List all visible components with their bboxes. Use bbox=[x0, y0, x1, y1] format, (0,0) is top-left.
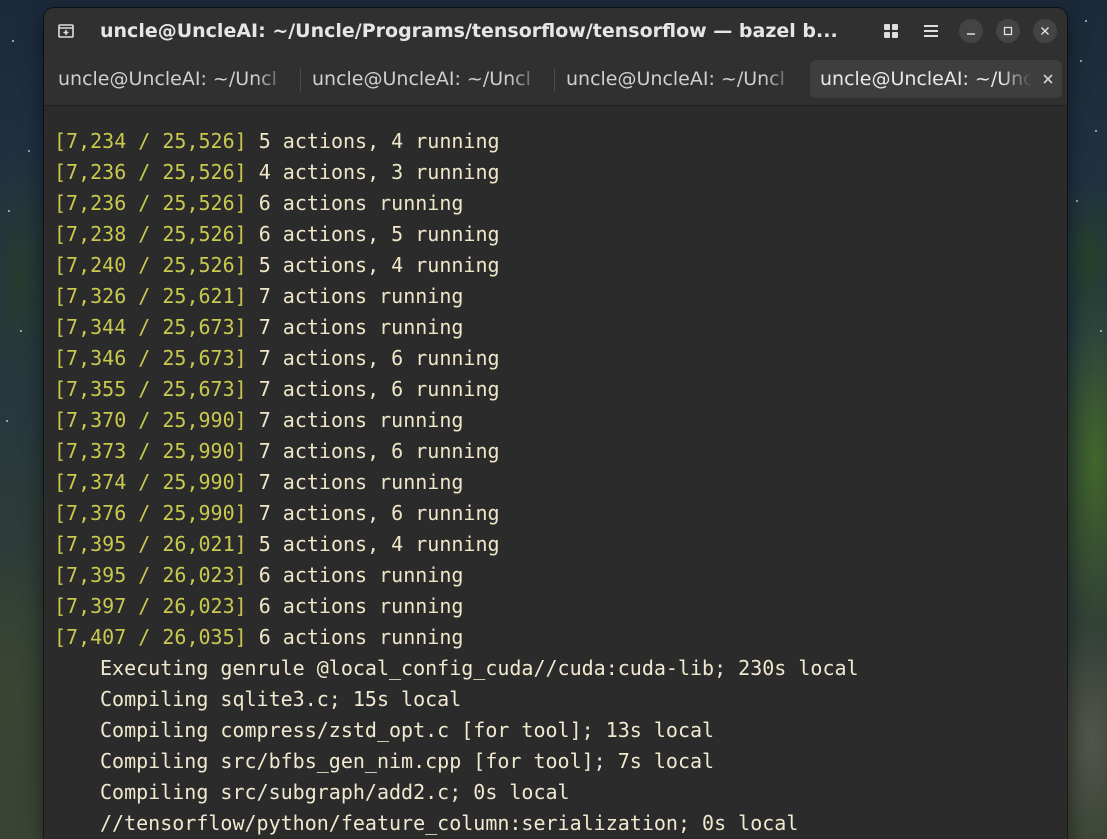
progress-line: [7,344 / 25,673] 7 actions running bbox=[54, 312, 463, 343]
progress-message: 7 actions running bbox=[258, 408, 464, 432]
running-action-line: Compiling compress/zstd_opt.c [for tool]… bbox=[100, 718, 715, 742]
progress-line: [7,376 / 25,990] 7 actions, 6 running bbox=[54, 498, 500, 529]
close-window-button[interactable] bbox=[1033, 19, 1057, 43]
tab-2[interactable]: uncle@UncleAI: ~/Uncl bbox=[302, 60, 552, 98]
progress-message: 7 actions running bbox=[258, 284, 464, 308]
terminal-window: uncle@UncleAI: ~/Uncle/Programs/tensorfl… bbox=[44, 8, 1067, 839]
maximize-button[interactable] bbox=[996, 19, 1020, 43]
progress-counter: [7,238 / 25,526] bbox=[54, 222, 247, 246]
main-menu-button[interactable] bbox=[919, 19, 943, 43]
progress-counter: [7,355 / 25,673] bbox=[54, 377, 247, 401]
progress-message: 5 actions, 4 running bbox=[258, 532, 500, 556]
progress-message: 5 actions, 4 running bbox=[258, 129, 500, 153]
progress-message: 6 actions, 5 running bbox=[258, 222, 500, 246]
progress-counter: [7,240 / 25,526] bbox=[54, 253, 247, 277]
running-action-line: //tensorflow/python/feature_column:seria… bbox=[100, 811, 799, 835]
tab-separator bbox=[554, 68, 555, 92]
tab-label: uncle@UncleAI: ~/Uncl bbox=[312, 68, 531, 90]
tab-label: uncle@UncleAI: ~/Uncl bbox=[820, 68, 1032, 90]
progress-counter: [7,346 / 25,673] bbox=[54, 346, 247, 370]
running-action-line: Executing genrule @local_config_cuda//cu… bbox=[100, 656, 859, 680]
progress-message: 6 actions running bbox=[258, 191, 464, 215]
grid-icon bbox=[884, 24, 898, 38]
progress-line: [7,240 / 25,526] 5 actions, 4 running bbox=[54, 250, 500, 281]
progress-line: [7,370 / 25,990] 7 actions running bbox=[54, 405, 463, 436]
close-icon bbox=[1041, 27, 1049, 35]
close-icon bbox=[1043, 74, 1053, 84]
progress-counter: [7,373 / 25,990] bbox=[54, 439, 247, 463]
progress-line: [7,326 / 25,621] 7 actions running bbox=[54, 281, 463, 312]
view-open-tabs-button[interactable] bbox=[879, 19, 903, 43]
minimize-icon bbox=[967, 33, 975, 35]
progress-message: 7 actions, 6 running bbox=[258, 377, 500, 401]
progress-message: 7 actions running bbox=[258, 315, 464, 339]
running-action-line: Compiling src/bfbs_gen_nim.cpp [for tool… bbox=[100, 749, 715, 773]
maximize-icon bbox=[1003, 26, 1013, 36]
new-tab-button[interactable] bbox=[54, 19, 78, 43]
tab-bar: uncle@UncleAI: ~/Uncl uncle@UncleAI: ~/U… bbox=[44, 54, 1067, 106]
hamburger-menu-icon bbox=[924, 25, 938, 37]
tab-label: uncle@UncleAI: ~/Uncl bbox=[566, 68, 785, 90]
progress-counter: [7,395 / 26,023] bbox=[54, 563, 247, 587]
headerbar: uncle@UncleAI: ~/Uncle/Programs/tensorfl… bbox=[44, 8, 1067, 54]
minimize-button[interactable] bbox=[959, 19, 983, 43]
tab-1[interactable]: uncle@UncleAI: ~/Uncl bbox=[48, 60, 296, 98]
progress-line: [7,395 / 26,021] 5 actions, 4 running bbox=[54, 529, 500, 560]
progress-message: 7 actions, 6 running bbox=[258, 439, 500, 463]
progress-counter: [7,344 / 25,673] bbox=[54, 315, 247, 339]
window-title: uncle@UncleAI: ~/Uncle/Programs/tensorfl… bbox=[100, 20, 838, 42]
progress-line: [7,346 / 25,673] 7 actions, 6 running bbox=[54, 343, 500, 374]
terminal-output[interactable]: [7,234 / 25,526] 5 actions, 4 running [7… bbox=[44, 116, 1067, 839]
progress-line: [7,238 / 25,526] 6 actions, 5 running bbox=[54, 219, 500, 250]
progress-line: [7,407 / 26,035] 6 actions running bbox=[54, 622, 463, 653]
running-action-line: Compiling sqlite3.c; 15s local bbox=[100, 687, 462, 711]
new-tab-icon bbox=[58, 24, 74, 38]
progress-message: 5 actions, 4 running bbox=[258, 253, 500, 277]
tab-4-active[interactable]: uncle@UncleAI: ~/Uncl bbox=[810, 60, 1062, 98]
progress-message: 7 actions, 6 running bbox=[258, 501, 500, 525]
progress-counter: [7,370 / 25,990] bbox=[54, 408, 247, 432]
progress-counter: [7,236 / 25,526] bbox=[54, 160, 247, 184]
progress-message: 7 actions, 6 running bbox=[258, 346, 500, 370]
progress-line: [7,236 / 25,526] 4 actions, 3 running bbox=[54, 157, 500, 188]
tab-3[interactable]: uncle@UncleAI: ~/Uncl bbox=[556, 60, 806, 98]
progress-counter: [7,395 / 26,021] bbox=[54, 532, 247, 556]
progress-counter: [7,376 / 25,990] bbox=[54, 501, 247, 525]
progress-message: 6 actions running bbox=[258, 563, 464, 587]
progress-message: 6 actions running bbox=[258, 625, 464, 649]
running-action-line: Compiling src/subgraph/add2.c; 0s local bbox=[100, 780, 570, 804]
tab-label: uncle@UncleAI: ~/Uncl bbox=[58, 68, 277, 90]
progress-line: [7,374 / 25,990] 7 actions running bbox=[54, 467, 463, 498]
close-tab-button[interactable] bbox=[1038, 69, 1058, 89]
progress-counter: [7,234 / 25,526] bbox=[54, 129, 247, 153]
progress-message: 6 actions running bbox=[258, 594, 464, 618]
tab-separator bbox=[300, 68, 301, 92]
progress-line: [7,395 / 26,023] 6 actions running bbox=[54, 560, 463, 591]
progress-message: 7 actions running bbox=[258, 470, 464, 494]
progress-line: [7,373 / 25,990] 7 actions, 6 running bbox=[54, 436, 500, 467]
progress-counter: [7,397 / 26,023] bbox=[54, 594, 247, 618]
progress-line: [7,397 / 26,023] 6 actions running bbox=[54, 591, 463, 622]
progress-line: [7,234 / 25,526] 5 actions, 4 running bbox=[54, 126, 500, 157]
progress-counter: [7,236 / 25,526] bbox=[54, 191, 247, 215]
progress-counter: [7,374 / 25,990] bbox=[54, 470, 247, 494]
progress-line: [7,236 / 25,526] 6 actions running bbox=[54, 188, 463, 219]
progress-line: [7,355 / 25,673] 7 actions, 6 running bbox=[54, 374, 500, 405]
progress-counter: [7,326 / 25,621] bbox=[54, 284, 247, 308]
progress-counter: [7,407 / 26,035] bbox=[54, 625, 247, 649]
progress-message: 4 actions, 3 running bbox=[258, 160, 500, 184]
